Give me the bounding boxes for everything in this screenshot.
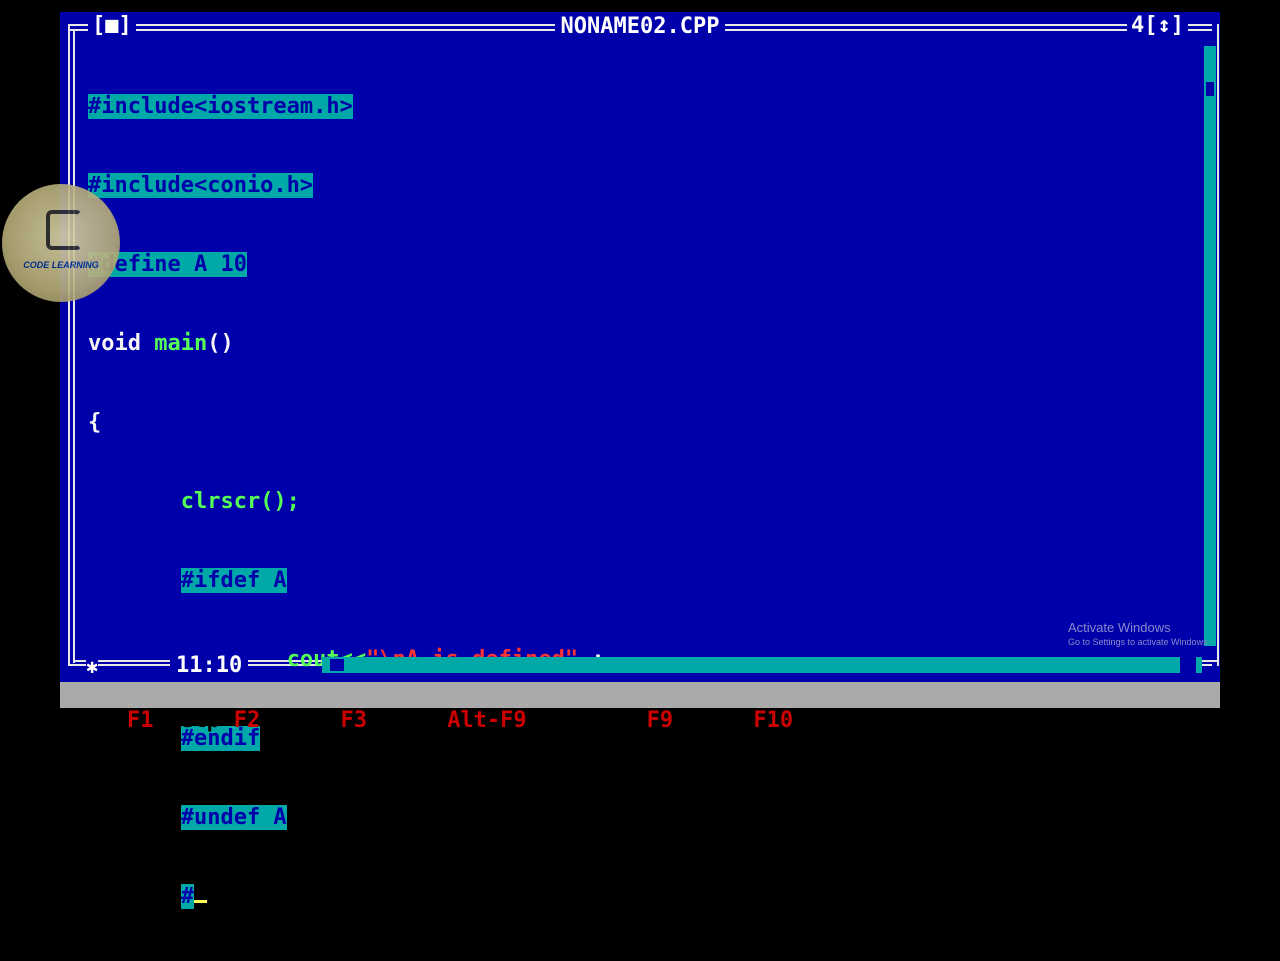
code-text: #include<iostream.h>: [88, 94, 353, 119]
code-line[interactable]: #include<conio.h>: [88, 171, 605, 200]
code-text: #ifdef A: [180, 568, 287, 593]
code-text: #undef A: [180, 805, 287, 830]
scroll-right-arrow-icon[interactable]: [1180, 657, 1196, 673]
vertical-scrollbar[interactable]: [1204, 46, 1216, 646]
text-cursor: [193, 900, 207, 903]
activate-windows-watermark: Activate Windows Go to Settings to activ…: [1068, 620, 1211, 647]
turbo-cpp-editor: [■] NONAME02.CPP 4[↕] #include<iostream.…: [60, 12, 1220, 909]
code-line[interactable]: #define A 10: [88, 250, 605, 279]
code-line[interactable]: #: [88, 882, 605, 911]
function-main: main: [154, 331, 208, 356]
vertical-scroll-thumb[interactable]: [1206, 82, 1214, 96]
window-number-zoom[interactable]: 4[↕]: [1127, 13, 1188, 39]
status-item-open[interactable]: F3 Open: [340, 708, 433, 734]
frame-left-inner: [73, 29, 75, 663]
code-line[interactable]: {: [88, 408, 605, 437]
code-line[interactable]: #undef A: [88, 803, 605, 832]
code-line[interactable]: void main(): [88, 329, 605, 358]
status-item-help[interactable]: F1 Help: [127, 708, 220, 734]
logo-icon: [46, 210, 82, 250]
code-line[interactable]: clrscr();: [88, 487, 605, 516]
code-line[interactable]: #ifdef A: [88, 566, 605, 595]
zoom-icon[interactable]: [↕]: [1144, 13, 1184, 38]
status-item-compile[interactable]: Alt-F9 Compile: [447, 708, 632, 734]
status-item-menu[interactable]: F10 Menu: [753, 708, 859, 734]
status-bar: F1 Help F2 Save F3 Open Alt-F9 Compile F9 Ma…: [60, 682, 1220, 733]
code-editor[interactable]: #include<iostream.h> #include<conio.h> #…: [88, 42, 605, 961]
horizontal-scrollbar[interactable]: [322, 657, 1202, 673]
code-text: #: [180, 884, 194, 909]
code-line[interactable]: #include<iostream.h>: [88, 92, 605, 121]
cursor-position: 11:10: [170, 652, 249, 680]
frame-left-outer: [68, 24, 70, 666]
code-text: #include<conio.h>: [88, 173, 314, 198]
keyword-void: void: [88, 331, 141, 356]
window-number: 4: [1131, 13, 1145, 38]
status-item-save[interactable]: F2 Save: [234, 708, 327, 734]
channel-logo: CODE LEARNING: [2, 184, 120, 302]
horizontal-scroll-thumb[interactable]: [330, 659, 344, 671]
modified-indicator: ✱: [86, 654, 99, 678]
function-call: clrscr();: [180, 489, 300, 514]
window-title: NONAME02.CPP: [60, 14, 1220, 40]
code-text: {: [88, 410, 102, 435]
frame-right-outer: [1217, 24, 1219, 666]
code-text: (): [207, 331, 234, 356]
status-item-make[interactable]: F9 Make: [647, 708, 740, 734]
